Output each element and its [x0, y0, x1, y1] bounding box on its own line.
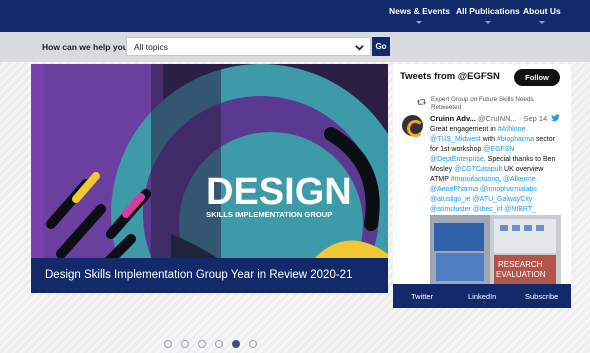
nav-news-events[interactable]: News & Events [389, 6, 450, 24]
twitter-bird-icon[interactable] [551, 114, 560, 122]
tweet-link[interactable]: @Alkerme [503, 176, 536, 183]
tweet-link[interactable]: @atusligo_ie [430, 196, 471, 203]
tweet-link[interactable]: @AeriePharma [430, 186, 478, 193]
tweet-date: · Sep 14 [518, 114, 548, 123]
follow-button[interactable]: Follow [514, 69, 560, 86]
tweet-link[interactable]: @DeptEnterprise [430, 156, 484, 163]
subscribe-link[interactable]: Subscribe [525, 292, 558, 301]
tweet-author[interactable]: Cruinn Adv... @CruINN... · Sep 14 [430, 114, 547, 123]
retweet-notice: Expert Group on Future Skills Needs Retw… [431, 96, 534, 111]
carousel-dot[interactable] [198, 340, 206, 348]
caret-down-icon [538, 21, 545, 24]
nav-about-us-label: About Us [523, 6, 561, 16]
twitter-link[interactable]: Twitter [411, 292, 433, 301]
tweet-link[interactable]: @CGTCatapult [454, 166, 502, 173]
go-button[interactable]: Go [372, 37, 390, 56]
tweet-link[interactable]: #biopharma [497, 136, 534, 143]
social-links-bar: Twitter LinkedIn Subscribe [393, 284, 571, 308]
tweet-photo-text-1: RESEARCH [498, 260, 543, 269]
linkedin-link[interactable]: LinkedIn [468, 292, 496, 301]
carousel-dot[interactable] [181, 340, 189, 348]
topic-select-value: All topics [134, 42, 169, 52]
tweet-photo: RESEARCH EVALUATION [430, 215, 561, 284]
carousel-dot[interactable] [215, 340, 223, 348]
avatar[interactable] [402, 115, 424, 137]
topic-select[interactable]: All topics [126, 37, 371, 56]
twitter-widget-title: Tweets from @EGFSN [400, 71, 500, 82]
tweet-photo-text-2: EVALUATION [496, 270, 546, 279]
tweet-text-segment: Great engagement in [430, 126, 498, 133]
tweet-link[interactable]: #manufacturing [451, 176, 499, 183]
tweet-text-segment: with [480, 136, 498, 143]
twitter-widget: Tweets from @EGFSN Follow Expert Group o… [393, 64, 571, 284]
tweet-link[interactable]: @ATU_GalwayCity [473, 196, 533, 203]
tweet-media[interactable]: RESEARCH EVALUATION [430, 215, 561, 284]
carousel-dot[interactable] [164, 340, 172, 348]
top-navigation-bar: News & Events All Publications About Us [0, 0, 590, 32]
tweet-text: Great engagement in #Athlone @TUS_Midwes… [430, 125, 562, 215]
tweet-link[interactable]: @innopharmalabs [480, 186, 537, 193]
tweet-author-handle: @CruINN... [477, 114, 517, 123]
slide-headline: DESIGN [206, 171, 352, 213]
slide-caption-text: Design Skills Implementation Group Year … [45, 269, 353, 281]
caret-down-icon [416, 21, 423, 24]
tweet-link[interactable]: @atimcluster [430, 206, 471, 213]
slide-subheadline: SKILLS IMPLEMENTATION GROUP [206, 210, 332, 219]
chevron-down-icon [355, 45, 364, 51]
nav-news-events-label: News & Events [389, 6, 450, 16]
carousel-dot[interactable] [232, 340, 240, 348]
search-label: How can we help you? [42, 42, 134, 52]
tweet-link[interactable]: @ibec_irl [473, 206, 502, 213]
tweet-link[interactable]: @EGFSN [483, 146, 514, 153]
slide-caption[interactable]: Design Skills Implementation Group Year … [31, 258, 388, 293]
tweet-link[interactable]: @NIBRT_ [504, 206, 536, 213]
tweet-link[interactable]: @TUS_Midwest [430, 136, 481, 143]
tweet-link[interactable]: #Athlone [498, 126, 526, 133]
tweet-author-name: Cruinn Adv... [430, 114, 476, 123]
retweet-icon [417, 99, 426, 105]
carousel-dot[interactable] [249, 340, 257, 348]
nav-all-publications[interactable]: All Publications [456, 6, 520, 24]
nav-all-publications-label: All Publications [456, 6, 520, 16]
caret-down-icon [484, 21, 491, 24]
nav-about-us[interactable]: About Us [523, 6, 561, 24]
